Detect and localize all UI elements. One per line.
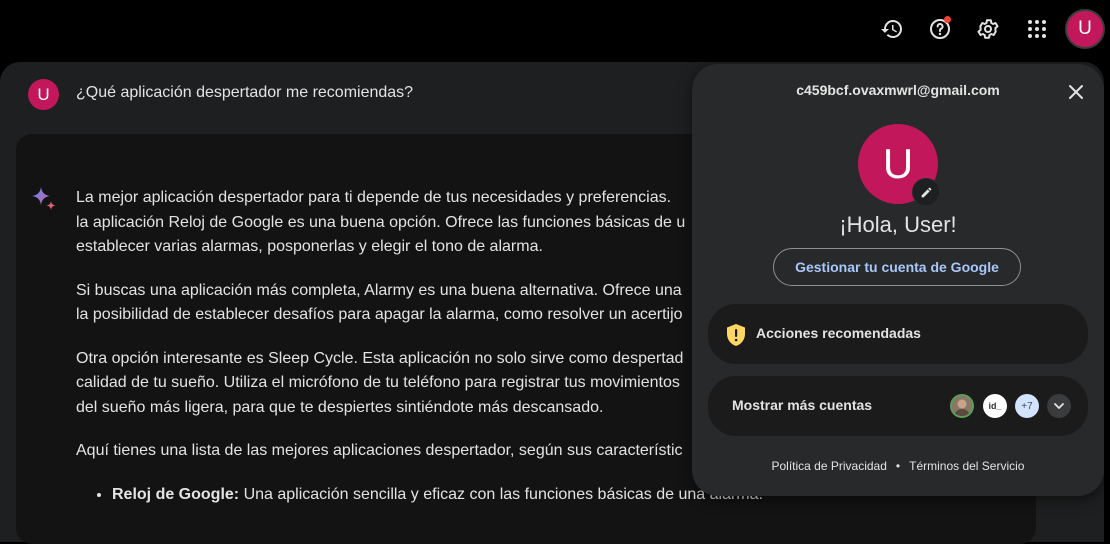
response-line: la aplicación Reloj de Google es una bue… — [76, 213, 686, 231]
response-line: del sueño más ligera, para que te despie… — [76, 398, 604, 416]
chevron-down-icon — [1047, 394, 1071, 418]
user-query: ¿Qué aplicación despertador me recomiend… — [76, 84, 414, 101]
history-icon[interactable] — [875, 12, 909, 46]
list-item-title: Reloj de Google: — [112, 485, 240, 503]
terms-of-service-link[interactable]: Términos del Servicio — [909, 459, 1024, 473]
response-line: calidad de tu sueño. Utiliza el micrófon… — [76, 374, 680, 391]
response-line: La mejor aplicación despertador para ti … — [76, 189, 672, 206]
response-line: la posibilidad de establecer desafíos pa… — [76, 306, 683, 323]
popup-footer: Política de Privacidad • Términos del Serv… — [692, 459, 1104, 473]
list-item: Reloj de Google: Una aplicación sencilla… — [112, 483, 763, 508]
list-item-text: Una aplicación sencilla y eficaz con las… — [239, 485, 763, 503]
recommended-actions-label: Acciones recomendadas — [756, 325, 921, 341]
close-icon — [1069, 85, 1083, 99]
response-list: Reloj de Google: Una aplicación sencilla… — [76, 483, 763, 508]
account-avatar-button[interactable]: U — [1067, 11, 1103, 47]
shield-alert-icon — [727, 324, 745, 346]
more-accounts-count: +7 — [1015, 394, 1039, 418]
account-photo-avatar — [950, 394, 974, 418]
manage-account-button[interactable]: Gestionar tu cuenta de Google — [773, 248, 1021, 286]
edit-avatar-button[interactable] — [912, 178, 940, 206]
show-more-accounts-button[interactable]: Mostrar más cuentas id_ +7 — [708, 376, 1088, 436]
close-button[interactable] — [1062, 78, 1090, 106]
gemini-sparkle-icon — [32, 187, 56, 210]
top-bar: U — [0, 0, 1110, 58]
account-email: c459bcf.ovaxmwrl@gmail.com — [796, 82, 1000, 98]
response-paragraph: Si buscas una aplicación más completa, A… — [76, 279, 716, 328]
help-icon[interactable] — [923, 12, 957, 46]
notification-dot — [944, 16, 951, 23]
footer-separator: • — [895, 459, 901, 473]
more-accounts-label: Mostrar más cuentas — [732, 397, 873, 413]
apps-grid-icon[interactable] — [1020, 12, 1054, 46]
response-paragraph: Otra opción interesante es Sleep Cycle. … — [76, 347, 716, 421]
account-id-avatar: id_ — [983, 394, 1007, 418]
recommended-actions-button[interactable]: Acciones recomendadas — [708, 304, 1088, 364]
response-text: La mejor aplicación despertador para ti … — [76, 186, 763, 508]
account-popup: c459bcf.ovaxmwrl@gmail.com U ¡Hola, User… — [692, 64, 1104, 496]
response-line: establecer varias alarmas, posponerlas y… — [76, 238, 543, 255]
response-line: Si buscas una aplicación más completa, A… — [76, 281, 682, 299]
response-line: Otra opción interesante es Sleep Cycle. … — [76, 349, 684, 367]
response-paragraph: Aquí tienes una lista de las mejores apl… — [76, 442, 683, 459]
settings-icon[interactable] — [971, 12, 1005, 46]
greeting: ¡Hola, User! — [839, 212, 957, 237]
privacy-policy-link[interactable]: Política de Privacidad — [772, 459, 887, 473]
user-avatar: U — [28, 79, 59, 110]
pencil-icon — [921, 187, 931, 197]
response-paragraph: La mejor aplicación despertador para ti … — [76, 186, 716, 260]
